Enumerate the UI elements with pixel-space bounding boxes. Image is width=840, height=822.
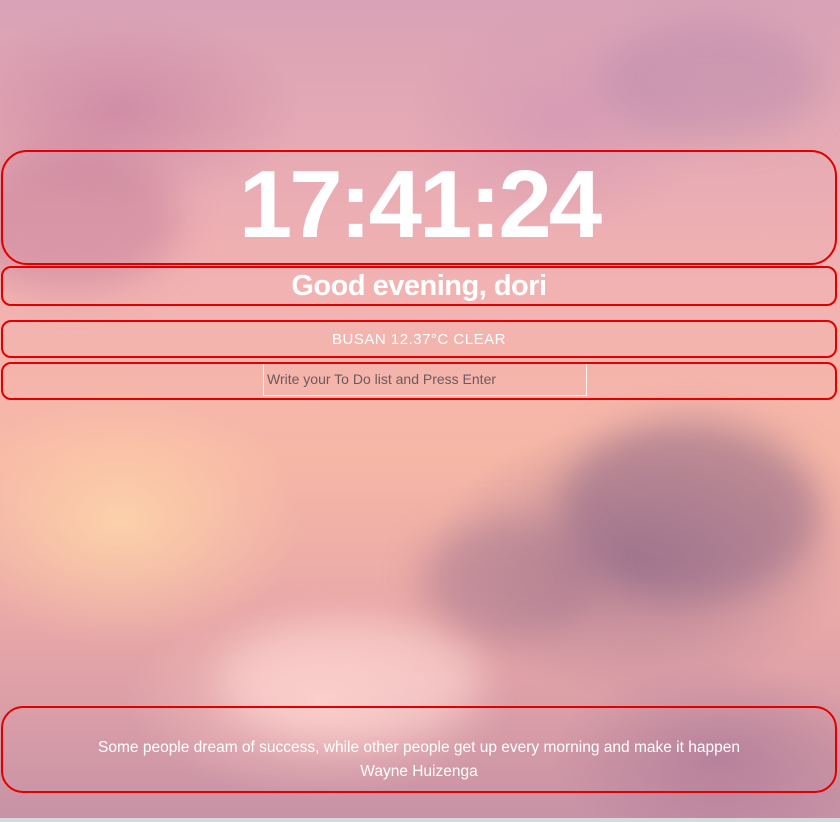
- cloud-shape: [560, 420, 820, 600]
- todo-input[interactable]: [263, 364, 587, 396]
- background-sky: 17:41:24 Good evening, dori BUSAN 12.37°…: [0, 0, 840, 822]
- weather-section: BUSAN 12.37°C CLEAR: [1, 320, 837, 358]
- todo-section: [1, 362, 837, 400]
- greeting-text: Good evening, dori: [291, 269, 547, 302]
- weather-text: BUSAN 12.37°C CLEAR: [332, 330, 506, 348]
- quote-block: Some people dream of success, while othe…: [3, 736, 835, 784]
- greeting-section: Good evening, dori: [1, 266, 837, 306]
- quote-text: Some people dream of success, while othe…: [98, 739, 740, 756]
- quote-author: Wayne Huizenga: [360, 763, 478, 780]
- bottom-border: [0, 818, 840, 822]
- clock-time: 17:41:24: [238, 150, 602, 258]
- cloud-shape: [600, 20, 820, 140]
- cloud-shape: [420, 520, 600, 640]
- clock-section: 17:41:24: [1, 150, 837, 265]
- quote-section: Some people dream of success, while othe…: [1, 706, 837, 793]
